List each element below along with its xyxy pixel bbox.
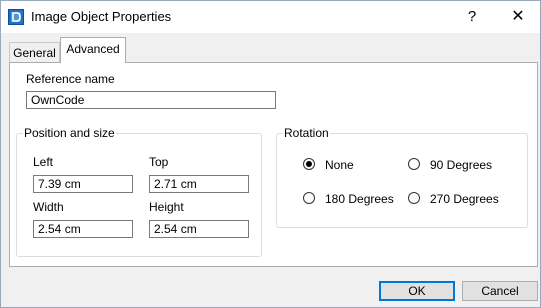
rotation-270-radio[interactable] [408,192,420,204]
top-input[interactable]: 2.71 cm [149,175,249,193]
position-size-group: Position and size Left 7.39 cm Top 2.71 … [16,126,262,257]
reference-name-input[interactable]: OwnCode [26,91,276,109]
rotation-270-label[interactable]: 270 Degrees [430,192,499,206]
reference-name-label: Reference name [26,72,115,86]
rotation-180-radio[interactable] [303,192,315,204]
title-bar[interactable]: Image Object Properties ? ✕ [1,1,540,33]
height-label: Height [149,200,184,214]
rotation-none-label[interactable]: None [325,158,354,172]
rotation-90-radio[interactable] [408,158,420,170]
left-label: Left [33,155,54,169]
rotation-title: Rotation [283,126,330,140]
width-label: Width [33,200,64,214]
height-input[interactable]: 2.54 cm [149,220,249,238]
position-size-title: Position and size [23,126,116,140]
rotation-group: Rotation None 90 Degrees 180 Degrees 270… [276,126,528,228]
cancel-button[interactable]: Cancel [462,281,538,301]
rotation-none-radio[interactable] [303,158,315,170]
window-title: Image Object Properties [31,9,172,24]
tab-advanced[interactable]: Advanced [60,37,126,63]
tab-general[interactable]: General [9,42,60,62]
dialog-window: Image Object Properties ? ✕ General Adva… [0,0,541,308]
dialog-footer [1,267,540,307]
rotation-90-label[interactable]: 90 Degrees [430,158,492,172]
help-button[interactable]: ? [457,5,487,29]
advanced-tab-panel: Reference name OwnCode Position and size… [9,62,538,267]
left-input[interactable]: 7.39 cm [33,175,133,193]
rotation-180-label[interactable]: 180 Degrees [325,192,394,206]
app-icon [8,9,24,25]
width-input[interactable]: 2.54 cm [33,220,133,238]
close-button[interactable]: ✕ [501,5,535,29]
top-label: Top [149,155,169,169]
ok-button[interactable]: OK [379,281,455,301]
